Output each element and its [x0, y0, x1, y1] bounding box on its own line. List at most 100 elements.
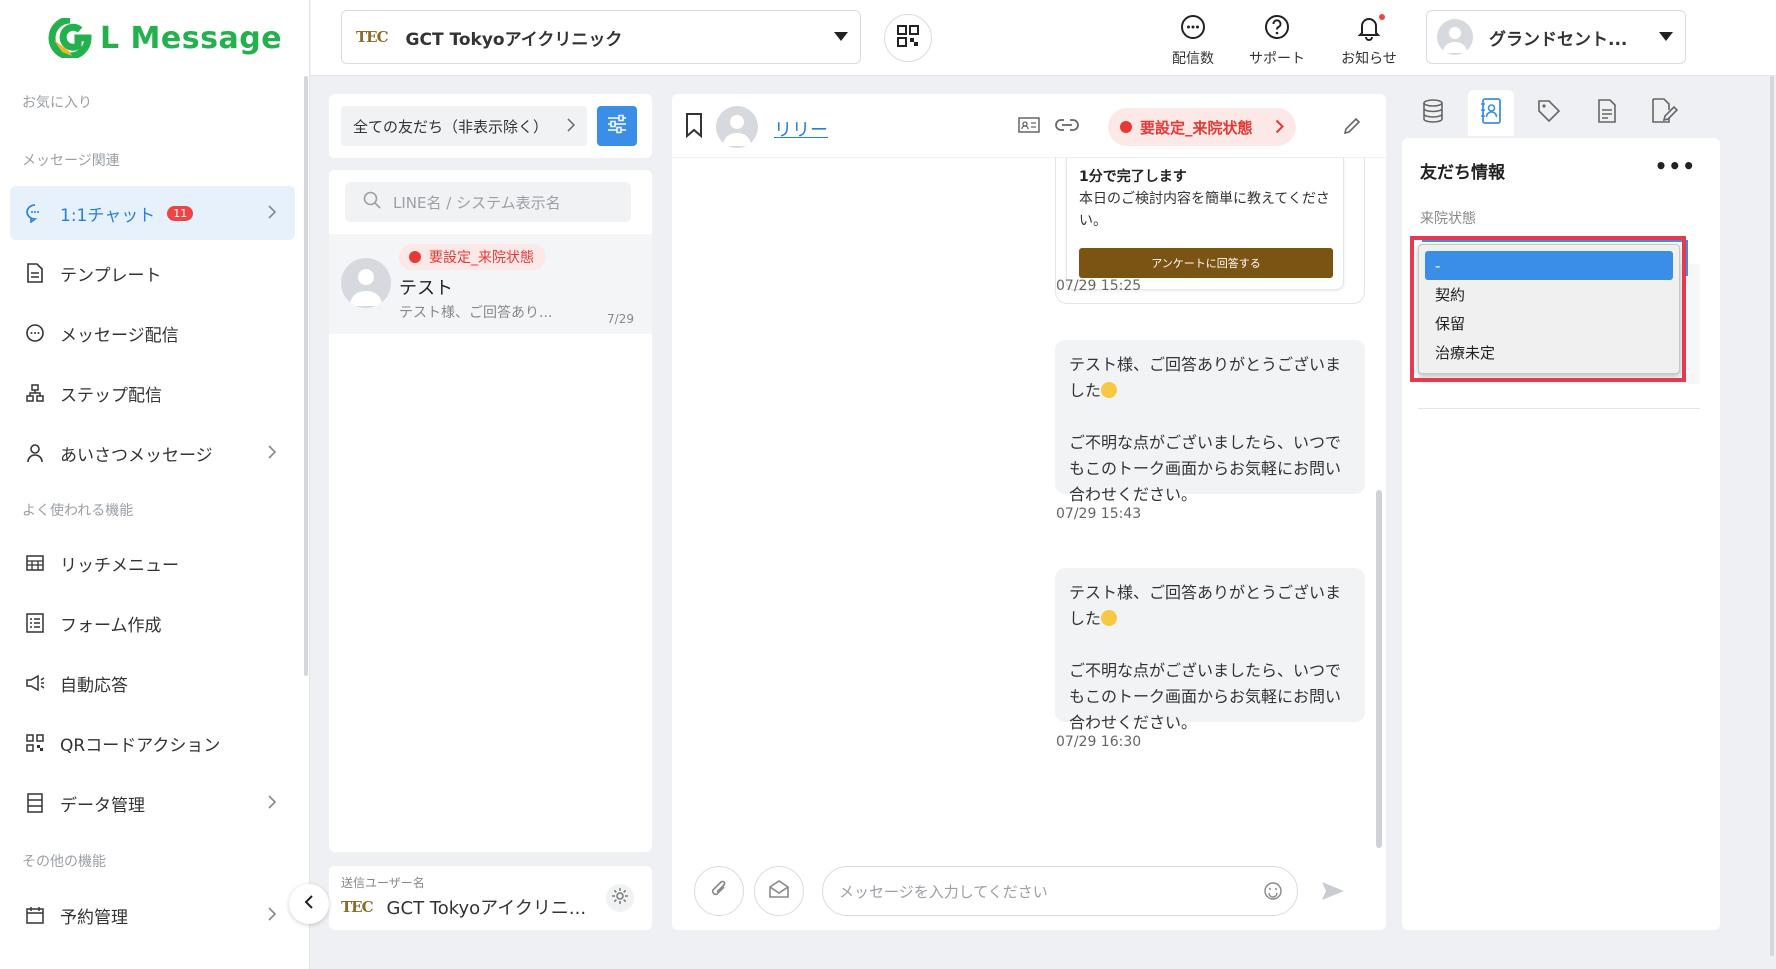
sender-label: 送信ユーザー名: [341, 876, 425, 890]
link-icon[interactable]: [1054, 116, 1080, 138]
sidebar-item-label: あいさつメッセージ: [60, 445, 213, 466]
notifications-button[interactable]: お知らせ: [1329, 10, 1409, 68]
profile-card-icon[interactable]: [1018, 116, 1040, 138]
clinic-logo: TEC: [341, 898, 374, 916]
friend-filter-select[interactable]: 全ての友だち（非表示除く）: [341, 106, 587, 146]
chat-panel: リリー 要設定_来院状態 1分で完了します 本日のご検討内容を簡単に教えてくださ…: [672, 94, 1386, 930]
delivery-count-button[interactable]: 配信数: [1153, 10, 1233, 68]
divider: [1418, 408, 1700, 409]
sidebar-item-1on1-chat[interactable]: 1:1チャット 11: [10, 186, 295, 240]
visit-status-label: 要設定_来院状態: [1140, 118, 1253, 137]
sidebar-item-template[interactable]: テンプレート: [10, 246, 295, 300]
chat-header: リリー 要設定_来院状態: [672, 94, 1386, 158]
sidebar-item-reservation[interactable]: 予約管理: [10, 888, 295, 942]
sidebar-item-qr-code-action[interactable]: QRコードアクション: [10, 716, 295, 770]
friend-filter-bar: 全ての友だち（非表示除く）: [329, 94, 652, 158]
sidebar-item-auto-response[interactable]: 自動応答: [10, 656, 295, 710]
filter-settings-button[interactable]: [597, 106, 637, 146]
avatar: [716, 106, 758, 148]
attach-button[interactable]: [694, 866, 744, 916]
sidebar-item-label: メッセージ配信: [60, 325, 179, 346]
friend-search-input[interactable]: LINE名 / システム表示名: [345, 182, 631, 222]
logo-mark-icon: [48, 16, 92, 60]
sidebar-collapse-button[interactable]: [289, 884, 329, 924]
chat-bubble-icon: [24, 202, 46, 224]
paperclip-icon: [709, 878, 729, 904]
pencil-icon[interactable]: [1342, 116, 1362, 140]
chevron-right-icon: [267, 204, 277, 225]
survey-card-inner: 1分で完了します 本日のご検討内容を簡単に教えてください。 アンケートに回答する: [1066, 158, 1344, 290]
tab-edit-document[interactable]: [1642, 90, 1688, 136]
qr-code-icon: [24, 732, 46, 754]
bookmark-icon[interactable]: [684, 112, 704, 142]
support-button[interactable]: サポート: [1237, 10, 1317, 68]
sidebar-item-step-delivery[interactable]: ステップ配信: [10, 366, 295, 420]
chevron-right-icon: [267, 794, 277, 815]
message-timestamp: 07/29 15:43: [1056, 506, 1142, 522]
clinic-logo: TEC: [356, 28, 389, 46]
sidebar-item-label: リッチメニュー: [60, 555, 179, 576]
section-label-frequent: よく使われる機能: [22, 503, 134, 519]
tag-icon: [1537, 99, 1561, 127]
qr-code-icon: [896, 24, 920, 52]
message-timestamp: 07/29 15:25: [1056, 278, 1142, 294]
sidebar-item-form[interactable]: フォーム作成: [10, 596, 295, 650]
chevron-left-icon: [304, 894, 314, 914]
help-icon: [1237, 10, 1317, 44]
answer-survey-button[interactable]: アンケートに回答する: [1079, 248, 1333, 278]
sidebar-scrollbar[interactable]: [304, 76, 308, 676]
sidebar-item-label: QRコードアクション: [60, 735, 221, 756]
account-select[interactable]: グランドセント...: [1426, 10, 1686, 64]
gear-icon: [611, 887, 629, 909]
message-input[interactable]: メッセージを入力してください: [822, 866, 1298, 916]
user-icon: [24, 442, 46, 464]
chevron-right-icon: [267, 906, 277, 927]
friend-list-panel: LINE名 / システム表示名 要設定_来院状態 テスト テスト様、ご回答あり.…: [329, 170, 652, 852]
sidebar-item-data-management[interactable]: データ管理: [10, 776, 295, 830]
chat-scrollbar[interactable]: [1376, 490, 1382, 848]
form-icon: [24, 612, 46, 634]
sender-user-name: TEC GCT Tokyoアイクリニ...: [341, 894, 586, 920]
status-badge: 要設定_来院状態: [399, 244, 546, 270]
database-icon: [24, 792, 46, 814]
sender-settings-button[interactable]: [606, 884, 634, 912]
sidebar-item-greeting-message[interactable]: あいさつメッセージ: [10, 426, 295, 480]
friend-list-item[interactable]: 要設定_来院状態 テスト テスト様、ご回答あり... 7/29: [329, 234, 652, 334]
tab-friend-info[interactable]: [1468, 90, 1514, 136]
message-dots-icon: [24, 322, 46, 344]
tab-notes[interactable]: [1584, 90, 1630, 136]
page-scrollbar[interactable]: [1770, 76, 1774, 956]
sliders-icon: [606, 114, 628, 138]
chevron-right-icon: [267, 444, 277, 465]
notification-dot: [1379, 14, 1385, 20]
friend-filter-label: 全ての友だち（非表示除く）: [353, 117, 549, 136]
tab-tags[interactable]: [1526, 90, 1572, 136]
more-options-icon[interactable]: •••: [1655, 154, 1696, 178]
note-icon: [1597, 99, 1617, 127]
tab-database[interactable]: [1410, 90, 1456, 136]
sidebar: L Message お気に入り メッセージ関連 1:1チャット 11 テンプレー…: [0, 0, 310, 969]
survey-card-body: 本日のご検討内容を簡単に教えてください。: [1079, 191, 1330, 229]
clinic-select[interactable]: TEC GCT Tokyoアイクリニック: [341, 10, 861, 64]
chat-friend-name-link[interactable]: リリー: [774, 116, 828, 142]
sidebar-item-message-delivery[interactable]: メッセージ配信: [10, 306, 295, 360]
app-logo[interactable]: L Message: [48, 16, 282, 60]
delivery-count-label: 配信数: [1172, 51, 1214, 67]
template-message-button[interactable]: [754, 866, 804, 916]
qr-code-button[interactable]: [884, 14, 932, 62]
sender-name: GCT Tokyoアイクリニ...: [386, 898, 587, 919]
envelope-icon: [768, 879, 790, 903]
visit-status-field-label: 来院状態: [1420, 211, 1476, 227]
clinic-name: GCT Tokyoアイクリニック: [405, 29, 623, 50]
sidebar-item-label: ステップ配信: [60, 385, 162, 406]
smile-emoji-icon: [1101, 610, 1118, 626]
sidebar-item-label: テンプレート: [60, 265, 162, 286]
sidebar-item-rich-menu[interactable]: リッチメニュー: [10, 536, 295, 590]
visit-status-button[interactable]: 要設定_来院状態: [1108, 108, 1296, 146]
search-placeholder: LINE名 / システム表示名: [393, 193, 561, 212]
grid-menu-icon: [24, 552, 46, 574]
emoji-icon[interactable]: [1263, 881, 1283, 905]
chat-message-bubble: テスト様、ご回答ありがとうございました ご不明な点がございましたら、いつでもこの…: [1055, 568, 1365, 732]
send-icon[interactable]: [1320, 880, 1346, 906]
notifications-label: お知らせ: [1341, 51, 1397, 67]
